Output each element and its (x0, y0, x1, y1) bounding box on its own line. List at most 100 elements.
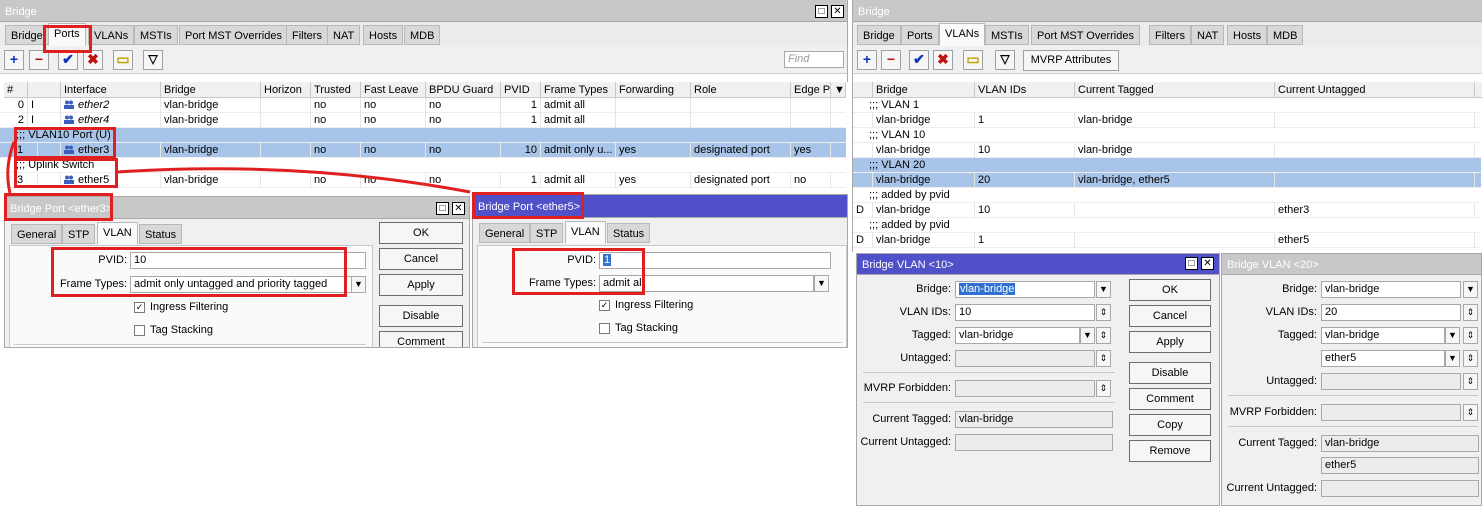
vlan-ids-field[interactable]: 10 (955, 304, 1095, 321)
comment-icon[interactable]: ▭ (113, 50, 133, 70)
tagged-select[interactable]: vlan-bridge (1321, 327, 1445, 344)
enable-icon[interactable]: ✔ (58, 50, 78, 70)
ingress-filtering-checkbox[interactable]: ✓ (134, 302, 145, 313)
row-comment[interactable]: ;;; VLAN 1 (853, 98, 1481, 113)
col-header[interactable]: Bridge (873, 82, 975, 98)
tab-hosts[interactable]: Hosts (363, 25, 404, 45)
tab-general[interactable]: General (11, 224, 63, 244)
bridge-select[interactable]: vlan-bridge (1321, 281, 1461, 298)
ok-button[interactable]: OK (1129, 279, 1211, 301)
tab-bridge[interactable]: Bridge (5, 25, 49, 45)
col-header[interactable]: Edge P (791, 82, 831, 98)
tab-nat[interactable]: NAT (327, 25, 361, 45)
dropdown-icon[interactable]: ▼ (1445, 327, 1460, 344)
spinner-icon[interactable]: ⇕ (1463, 350, 1478, 367)
dropdown-icon[interactable]: ▼ (1445, 350, 1460, 367)
col-header[interactable]: PVID (501, 82, 541, 98)
col-header[interactable]: Frame Types (541, 82, 616, 98)
add-icon[interactable]: + (857, 50, 877, 70)
col-header[interactable]: Bridge (161, 82, 261, 98)
tab-mdb[interactable]: MDB (1267, 25, 1304, 45)
table-row[interactable]: D vlan-bridge 1 ether5 (853, 233, 1481, 248)
row-comment[interactable]: ;;; VLAN 10 (853, 128, 1481, 143)
tab-nat[interactable]: NAT (1191, 25, 1225, 45)
table-row[interactable]: 3 ether5 vlan-bridge no no no 1 admit al… (0, 173, 846, 188)
disable-icon[interactable]: ✖ (83, 50, 103, 70)
cancel-button[interactable]: Cancel (1129, 305, 1211, 327)
tab-mstis[interactable]: MSTIs (985, 25, 1029, 45)
tab-vlan[interactable]: VLAN (565, 221, 606, 244)
spinner-icon[interactable]: ⇕ (1463, 327, 1478, 344)
tab-vlans[interactable]: VLANs (939, 23, 986, 46)
close-icon[interactable]: ✕ (452, 202, 465, 215)
col-header[interactable] (853, 82, 873, 98)
dropdown-icon[interactable]: ▼ (814, 275, 829, 292)
table-row[interactable]: vlan-bridge 1 vlan-bridge (853, 113, 1481, 128)
tab-filters[interactable]: Filters (286, 25, 328, 45)
comment-icon[interactable]: ▭ (963, 50, 983, 70)
col-header[interactable] (28, 82, 61, 98)
tab-status[interactable]: Status (139, 224, 183, 244)
spinner-icon[interactable]: ⇕ (1096, 350, 1111, 367)
row-comment[interactable]: ;;; added by pvid (853, 218, 1481, 233)
apply-button[interactable]: Apply (1129, 331, 1211, 353)
row-comment[interactable]: ;;; VLAN 20 (853, 158, 1481, 173)
col-header[interactable]: Horizon (261, 82, 311, 98)
cancel-button[interactable]: Cancel (379, 248, 463, 270)
comment-button[interactable]: Comment (379, 331, 463, 347)
spinner-icon[interactable]: ⇕ (1463, 304, 1478, 321)
tag-stacking-checkbox[interactable] (134, 325, 145, 336)
table-row-selected[interactable]: 1 ether3 vlan-bridge no no no 10 admit o… (0, 143, 846, 158)
tab-ports[interactable]: Ports (48, 23, 86, 46)
dropdown-icon[interactable]: ▼ (1463, 281, 1478, 298)
copy-button[interactable]: Copy (1129, 414, 1211, 436)
spinner-icon[interactable]: ⇕ (1096, 327, 1111, 344)
disable-icon[interactable]: ✖ (933, 50, 953, 70)
tag-stacking-checkbox[interactable] (599, 323, 610, 334)
tab-mdb[interactable]: MDB (404, 25, 441, 45)
dropdown-icon[interactable]: ▼ (351, 276, 366, 293)
tagged-select[interactable]: vlan-bridge (955, 327, 1080, 344)
filter-icon[interactable]: ▽ (995, 50, 1015, 70)
table-row[interactable]: D vlan-bridge 10 ether3 (853, 203, 1481, 218)
untagged-field[interactable] (1321, 373, 1461, 390)
tagged-select-2[interactable]: ether5 (1321, 350, 1445, 367)
tab-bridge[interactable]: Bridge (857, 25, 901, 45)
disable-button[interactable]: Disable (379, 305, 463, 327)
comment-button[interactable]: Comment (1129, 388, 1211, 410)
col-header[interactable]: Forwarding (616, 82, 691, 98)
tab-port-mst-overrides[interactable]: Port MST Overrides (1031, 25, 1140, 45)
tab-vlan[interactable]: VLAN (97, 222, 138, 245)
col-header[interactable]: Role (691, 82, 791, 98)
close-icon[interactable]: ✕ (1201, 257, 1214, 270)
col-header[interactable]: Current Untagged (1275, 82, 1475, 98)
tab-stp[interactable]: STP (62, 224, 96, 244)
tab-ports[interactable]: Ports (901, 25, 939, 45)
frame-types-select[interactable]: admit all (599, 275, 814, 292)
row-comment[interactable]: ;;; added by pvid (853, 188, 1481, 203)
col-header[interactable]: Fast Leave (361, 82, 426, 98)
tab-mstis[interactable]: MSTIs (134, 25, 178, 45)
maximize-icon[interactable]: □ (1185, 257, 1198, 270)
row-comment[interactable]: ;;; VLAN10 Port (U) (0, 128, 846, 143)
vlan-ids-field[interactable]: 20 (1321, 304, 1461, 321)
pvid-field[interactable]: 10 (130, 252, 366, 269)
table-row-selected[interactable]: vlan-bridge 20 vlan-bridge, ether5 (853, 173, 1481, 188)
apply-button[interactable]: Apply (379, 274, 463, 296)
disable-button[interactable]: Disable (1129, 362, 1211, 384)
tab-status[interactable]: Status (607, 223, 651, 243)
spinner-icon[interactable]: ⇕ (1096, 304, 1111, 321)
remove-icon[interactable]: − (881, 50, 901, 70)
row-comment[interactable]: ;;; Uplink Switch (0, 158, 846, 173)
col-header[interactable]: # (4, 82, 28, 98)
mvrp-forbidden-field[interactable] (1321, 404, 1461, 421)
column-chooser-icon[interactable]: ▼ (831, 82, 846, 98)
filter-icon[interactable]: ▽ (143, 50, 163, 70)
table-row[interactable]: vlan-bridge 10 vlan-bridge (853, 143, 1481, 158)
tab-stp[interactable]: STP (530, 223, 564, 243)
tab-general[interactable]: General (479, 223, 531, 243)
dropdown-icon[interactable]: ▼ (1080, 327, 1095, 344)
col-header[interactable]: VLAN IDs (975, 82, 1075, 98)
ingress-filtering-checkbox[interactable]: ✓ (599, 300, 610, 311)
spinner-icon[interactable]: ⇕ (1096, 380, 1111, 397)
